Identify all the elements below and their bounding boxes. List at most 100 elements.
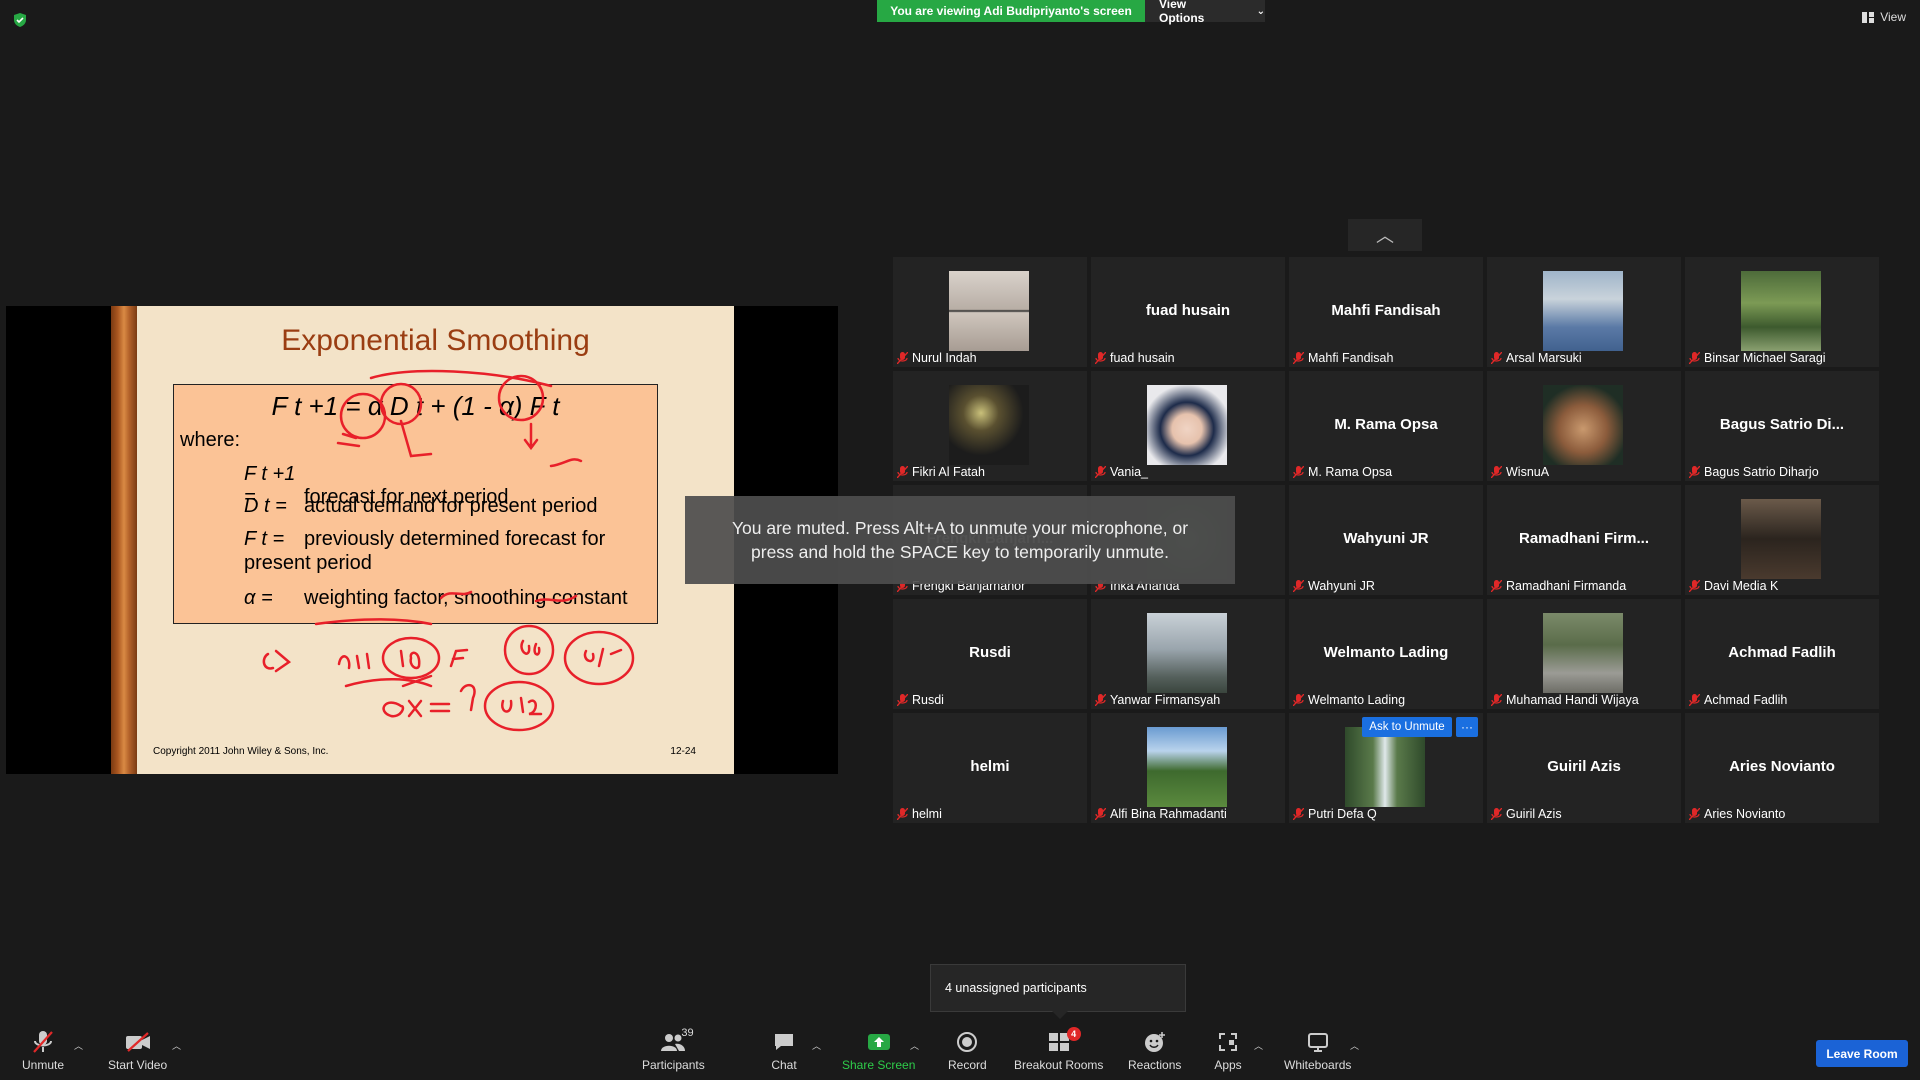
apps-button[interactable]: Apps <box>1214 1030 1242 1072</box>
participant-name: Welmanto Lading <box>1308 693 1406 707</box>
participant-tile[interactable]: Bagus Satrio Di... Bagus Satrio Diharjo <box>1685 371 1879 481</box>
participant-tile[interactable]: helmi helmi <box>893 713 1087 823</box>
participant-display-name: M. Rama Opsa <box>1334 416 1438 433</box>
grid-view-icon <box>1862 11 1875 23</box>
participant-video <box>1741 271 1821 351</box>
mic-muted-icon <box>1293 466 1304 478</box>
participant-display-name: Welmanto Lading <box>1323 644 1449 661</box>
participant-name-label: Putri Defa Q <box>1293 807 1377 821</box>
mic-muted-icon <box>1095 808 1106 820</box>
meeting-toolbar: Unmute ︿ Start Video ︿ 39 Participants C… <box>0 1020 1920 1080</box>
participant-video <box>1147 613 1227 693</box>
participant-tile[interactable]: Mahfi Fandisah Mahfi Fandisah <box>1289 257 1483 367</box>
participant-tile[interactable]: Binsar Michael Saragi <box>1685 257 1879 367</box>
participants-button[interactable]: 39 Participants <box>642 1027 705 1072</box>
participant-name: Alfi Bina Rahmadanti <box>1110 807 1227 821</box>
chat-options-caret-icon[interactable]: ︿ <box>812 1039 821 1052</box>
slide-page-number: 12-24 <box>670 746 696 757</box>
share-screen-label: Share Screen <box>842 1058 916 1072</box>
participant-video <box>1543 385 1623 465</box>
breakout-rooms-button[interactable]: 4 Breakout Rooms <box>1014 1027 1103 1072</box>
participant-tile[interactable]: Davi Media K <box>1685 485 1879 595</box>
participant-name-label: Alfi Bina Rahmadanti <box>1095 807 1227 821</box>
participant-name-label: Arsal Marsuki <box>1491 351 1582 365</box>
participant-tile[interactable]: Ramadhani Firm... Ramadhani Firmanda <box>1487 485 1681 595</box>
security-shield-icon[interactable] <box>12 12 28 28</box>
participant-name: Ramadhani Firmanda <box>1506 579 1627 593</box>
participant-display-name: Rusdi <box>969 644 1011 661</box>
participant-name: Arsal Marsuki <box>1506 351 1582 365</box>
mic-muted-icon <box>1293 808 1304 820</box>
apps-options-caret-icon[interactable]: ︿ <box>1254 1039 1263 1052</box>
participant-name-label: Binsar Michael Saragi <box>1689 351 1826 365</box>
participant-video <box>1345 727 1425 807</box>
participants-label: Participants <box>642 1058 705 1072</box>
mic-muted-icon <box>1293 694 1304 706</box>
ask-to-unmute-button[interactable]: Ask to Unmute <box>1362 717 1452 737</box>
mic-muted-icon <box>897 808 908 820</box>
participant-tile[interactable]: Guiril Azis Guiril Azis <box>1487 713 1681 823</box>
whiteboards-options-caret-icon[interactable]: ︿ <box>1350 1039 1359 1052</box>
participant-tile[interactable]: Arsal Marsuki <box>1487 257 1681 367</box>
share-screen-button[interactable]: Share Screen <box>842 1030 915 1072</box>
participant-tile[interactable]: fuad husain fuad husain <box>1091 257 1285 367</box>
mic-muted-icon <box>1491 808 1502 820</box>
participant-tile[interactable]: Muhamad Handi Wijaya <box>1487 599 1681 709</box>
chat-icon <box>770 1030 798 1054</box>
whiteboards-button[interactable]: Whiteboards <box>1284 1030 1351 1072</box>
start-video-label: Start Video <box>108 1058 168 1072</box>
participant-video <box>949 271 1029 351</box>
participant-name: fuad husain <box>1110 351 1175 365</box>
video-options-caret-icon[interactable]: ︿ <box>172 1039 181 1052</box>
record-icon <box>953 1030 981 1054</box>
participant-tile[interactable]: Aries Novianto Aries Novianto <box>1685 713 1879 823</box>
participant-tile[interactable]: Fikri Al Fatah <box>893 371 1087 481</box>
participant-tile[interactable]: Alfi Bina Rahmadanti <box>1091 713 1285 823</box>
participant-name: Muhamad Handi Wijaya <box>1506 693 1639 707</box>
participant-tile[interactable]: Yanwar Firmansyah <box>1091 599 1285 709</box>
definition-symbol: α = <box>244 587 273 609</box>
participant-tile[interactable]: Welmanto Lading Welmanto Lading <box>1289 599 1483 709</box>
audio-options-caret-icon[interactable]: ︿ <box>74 1039 83 1052</box>
reactions-label: Reactions <box>1128 1058 1182 1072</box>
participant-name-label: helmi <box>897 807 942 821</box>
collapse-gallery-button[interactable]: ︿ <box>1348 219 1422 251</box>
participant-tile[interactable]: Achmad Fadlih Achmad Fadlih <box>1685 599 1879 709</box>
participant-name-label: Vania_ <box>1095 465 1148 479</box>
leave-room-button[interactable]: Leave Room <box>1816 1040 1908 1067</box>
participant-name: Wahyuni JR <box>1308 579 1375 593</box>
participant-tile[interactable]: Nurul Indah <box>893 257 1087 367</box>
view-label: View <box>1880 10 1906 24</box>
start-video-button[interactable]: Start Video <box>108 1030 167 1072</box>
whiteboards-label: Whiteboards <box>1284 1058 1352 1072</box>
participant-tile[interactable]: Vania_ <box>1091 371 1285 481</box>
share-options-caret-icon[interactable]: ︿ <box>910 1039 919 1052</box>
participant-name: Vania_ <box>1110 465 1148 479</box>
record-button[interactable]: Record <box>948 1030 987 1072</box>
participant-name: Bagus Satrio Diharjo <box>1704 465 1819 479</box>
participant-tile[interactable]: M. Rama Opsa M. Rama Opsa <box>1289 371 1483 481</box>
view-button[interactable]: View <box>1862 10 1906 24</box>
slide: Exponential Smoothing F t +1 = α D t + (… <box>111 306 734 774</box>
participant-name-label: Bagus Satrio Diharjo <box>1689 465 1819 479</box>
definition-symbol: F t = <box>244 528 285 550</box>
more-options-button[interactable]: ··· <box>1456 717 1478 737</box>
participant-name-label: M. Rama Opsa <box>1293 465 1392 479</box>
muted-line-1: You are muted. Press Alt+A to unmute you… <box>731 518 1189 538</box>
muted-notification: You are muted. Press Alt+A to unmute you… <box>685 496 1235 584</box>
participant-name: Yanwar Firmansyah <box>1110 693 1221 707</box>
participant-tile[interactable]: Rusdi Rusdi <box>893 599 1087 709</box>
reactions-button[interactable]: Reactions <box>1128 1030 1181 1072</box>
participant-name-label: Nurul Indah <box>897 351 977 365</box>
participant-display-name: Bagus Satrio Di... <box>1719 416 1845 433</box>
chat-button[interactable]: Chat <box>770 1030 798 1072</box>
participant-name: Putri Defa Q <box>1308 807 1377 821</box>
unmute-button[interactable]: Unmute <box>22 1030 64 1072</box>
participant-tile[interactable]: Wahyuni JR Wahyuni JR <box>1289 485 1483 595</box>
participant-video <box>1147 385 1227 465</box>
participant-tile[interactable]: WisnuA <box>1487 371 1681 481</box>
chevron-down-icon: ⌄ <box>1256 5 1265 17</box>
whiteboard-icon <box>1304 1030 1332 1054</box>
slide-decoration <box>111 306 137 774</box>
view-options-button[interactable]: View Options ⌄ <box>1145 0 1265 25</box>
